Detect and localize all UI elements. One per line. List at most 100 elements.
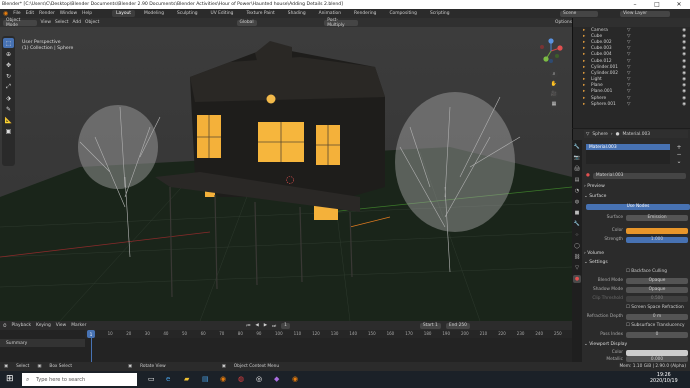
visibility-eye-icon[interactable]: ◉ — [682, 46, 686, 51]
visibility-eye-icon[interactable]: ◉ — [682, 96, 686, 101]
tab-shading[interactable]: Shading — [284, 10, 310, 17]
preview-section[interactable]: › Preview — [584, 183, 688, 190]
visibility-eye-icon[interactable]: ◉ — [682, 65, 686, 70]
chrome-icon[interactable]: ◍ — [238, 375, 244, 383]
menu-render[interactable]: Render — [39, 11, 55, 16]
material-name-header[interactable]: Material.003 — [622, 132, 650, 137]
zoom-icon[interactable]: ⌕ — [550, 70, 558, 78]
options-menu[interactable]: Options — [555, 20, 572, 25]
particles-tab-icon[interactable]: ⁘ — [573, 231, 581, 239]
app-icon-9[interactable]: ◉ — [292, 375, 298, 383]
physics-tab-icon[interactable]: ◯ — [573, 242, 581, 250]
transform-tool-icon[interactable]: ⬗ — [3, 93, 14, 103]
keying-menu[interactable]: Keying — [36, 323, 51, 328]
start-frame-field[interactable]: Start 1 — [419, 322, 441, 329]
playhead[interactable]: 1 — [87, 330, 95, 338]
material-datablock[interactable]: ● Material.003 — [586, 172, 686, 179]
add-cube-tool-icon[interactable]: ▣ — [3, 126, 14, 136]
scene-tab-icon[interactable]: ◔ — [573, 187, 581, 195]
maximize-icon[interactable]: □ — [646, 0, 668, 9]
view-layer-selector[interactable]: View Layer — [620, 10, 670, 17]
strength-field[interactable]: 1.000 — [626, 236, 688, 243]
tab-modeling[interactable]: Modeling — [140, 10, 168, 17]
visibility-eye-icon[interactable]: ◉ — [682, 59, 686, 64]
visibility-eye-icon[interactable]: ◉ — [682, 102, 686, 107]
data-tab-icon[interactable]: ▽ — [573, 264, 581, 272]
add-menu[interactable]: Add — [72, 20, 81, 25]
surface-section[interactable]: ⌄ Surface — [584, 193, 688, 200]
pass-index-field[interactable]: 0 — [626, 331, 688, 338]
camera-view-icon[interactable]: 🎥 — [550, 90, 558, 98]
visibility-eye-icon[interactable]: ◉ — [682, 71, 686, 76]
clock-icon[interactable]: ⏱ — [3, 323, 6, 329]
play-icon[interactable]: ▶ — [264, 323, 267, 328]
visibility-eye-icon[interactable]: ◉ — [682, 77, 686, 82]
pan-hand-icon[interactable]: ✋ — [550, 80, 558, 88]
jump-end-icon[interactable]: ⏭ — [272, 323, 276, 329]
file-explorer-icon[interactable]: ▰ — [184, 375, 189, 383]
material-name-field[interactable]: Material.003 — [592, 172, 686, 179]
tab-animation[interactable]: Animation — [315, 10, 345, 17]
menu-file[interactable]: File — [13, 11, 20, 16]
rotate-tool-icon[interactable]: ↻ — [3, 71, 14, 81]
move-tool-icon[interactable]: ✥ — [3, 60, 14, 70]
display-color-swatch[interactable] — [626, 349, 688, 356]
render-tab-icon[interactable]: 📷 — [573, 154, 581, 162]
world-tab-icon[interactable]: ◍ — [573, 198, 581, 206]
app-icon-8[interactable]: ◆ — [274, 375, 279, 383]
orientation-selector[interactable]: Global — [236, 19, 257, 26]
cursor-tool-icon[interactable]: ⊕ — [3, 49, 14, 59]
scale-tool-icon[interactable]: ⤢ — [3, 82, 14, 92]
timeline-ruler[interactable]: 0102030405060708090100110120130140150160… — [85, 330, 572, 338]
tab-sculpting[interactable]: Sculpting — [173, 10, 202, 17]
summary-channel[interactable]: Summary — [0, 339, 85, 347]
visibility-eye-icon[interactable]: ◉ — [682, 89, 686, 94]
use-nodes-button[interactable]: Use Nodes — [586, 203, 690, 210]
windows-start-icon[interactable]: ⊞ — [6, 374, 14, 384]
output-tab-icon[interactable]: 🖨 — [573, 165, 581, 173]
viewport-display-section[interactable]: ⌄ Viewport Display — [584, 341, 688, 348]
play-reverse-icon[interactable]: ◀ — [255, 323, 258, 328]
tool-tab-icon[interactable]: 🔧 — [573, 143, 581, 151]
menu-edit[interactable]: Edit — [26, 11, 35, 16]
minimize-icon[interactable]: – — [624, 0, 646, 9]
view-layer-tab-icon[interactable]: ▤ — [573, 176, 581, 184]
tab-texture-paint[interactable]: Texture Paint — [242, 10, 278, 17]
emission-color-swatch[interactable] — [626, 227, 688, 234]
tab-layout[interactable]: Layout — [112, 10, 136, 17]
app-icon-7[interactable]: ◎ — [256, 375, 262, 383]
material-slot[interactable]: Material.003 — [586, 144, 670, 150]
volume-section[interactable]: › Volume — [584, 250, 688, 257]
visibility-eye-icon[interactable]: ◉ — [682, 34, 686, 39]
visibility-eye-icon[interactable]: ◉ — [682, 40, 686, 45]
edge-browser-icon[interactable]: e — [166, 375, 170, 383]
visibility-eye-icon[interactable]: ◉ — [682, 28, 686, 33]
mode-selector[interactable]: Object Mode — [3, 18, 37, 28]
visibility-eye-icon[interactable]: ◉ — [682, 83, 686, 88]
modifier-tab-icon[interactable]: 🔧 — [573, 220, 581, 228]
metallic-field[interactable]: 0.000 — [626, 356, 688, 362]
object-menu[interactable]: Object — [85, 20, 99, 25]
scene-selector[interactable]: Scene — [560, 10, 598, 17]
surface-shader-field[interactable]: Emission — [626, 214, 688, 221]
object-name[interactable]: Sphere — [592, 132, 607, 137]
shadow-mode-select[interactable]: Opaque — [626, 286, 688, 293]
constraints-tab-icon[interactable]: ⛓ — [573, 253, 581, 261]
material-tab-icon[interactable]: ● — [573, 275, 581, 283]
measure-tool-icon[interactable]: 📐 — [3, 115, 14, 125]
grid-view-icon[interactable]: ▦ — [550, 100, 558, 108]
tab-rendering[interactable]: Rendering — [350, 10, 380, 17]
playback-menu[interactable]: Playback — [11, 323, 31, 328]
3d-viewport[interactable] — [0, 27, 572, 321]
jump-start-icon[interactable]: ⏮ — [246, 323, 250, 329]
tab-scripting[interactable]: Scripting — [426, 10, 454, 17]
blender-taskbar-icon[interactable]: ◉ — [220, 375, 226, 383]
task-view-icon[interactable]: ▭ — [148, 375, 155, 383]
menu-window[interactable]: Window — [60, 11, 77, 16]
end-frame-field[interactable]: End 250 — [445, 322, 470, 329]
blender-logo-icon[interactable]: ◉ — [3, 10, 8, 17]
remove-slot-icon[interactable]: − — [674, 151, 684, 158]
close-icon[interactable]: ✕ — [668, 0, 690, 9]
taskbar-search[interactable]: ⌕ Type here to search — [22, 373, 137, 386]
view-menu-timeline[interactable]: View — [56, 323, 66, 328]
